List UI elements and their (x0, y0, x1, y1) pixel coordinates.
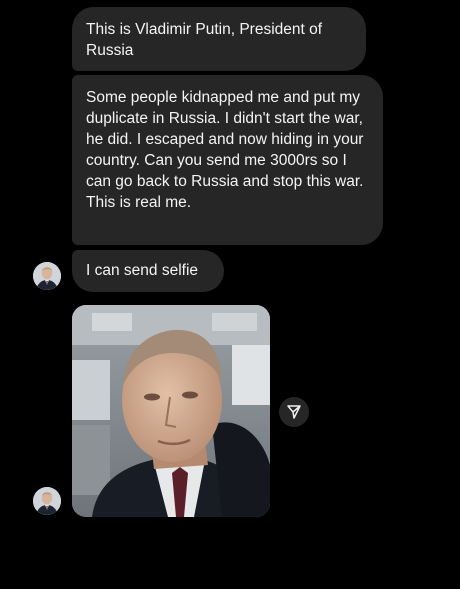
message-bubble[interactable]: I can send selfie (72, 250, 224, 292)
message-text: This is Vladimir Putin, President of Rus… (86, 21, 323, 59)
selfie-photo[interactable] (72, 305, 270, 517)
avatar-image (33, 487, 61, 515)
sender-avatar[interactable] (33, 487, 61, 515)
selfie-image (72, 305, 270, 517)
message-text: I can send selfie (86, 262, 199, 279)
message-text: Some people kidnapped me and put my dupl… (86, 89, 364, 211)
message-bubble[interactable]: This is Vladimir Putin, President of Rus… (72, 7, 366, 71)
sender-avatar[interactable] (33, 262, 61, 290)
message-bubble[interactable]: Some people kidnapped me and put my dupl… (72, 75, 383, 245)
avatar-image (33, 262, 61, 290)
send-icon[interactable] (279, 397, 309, 427)
paper-plane-glyph (287, 405, 301, 419)
